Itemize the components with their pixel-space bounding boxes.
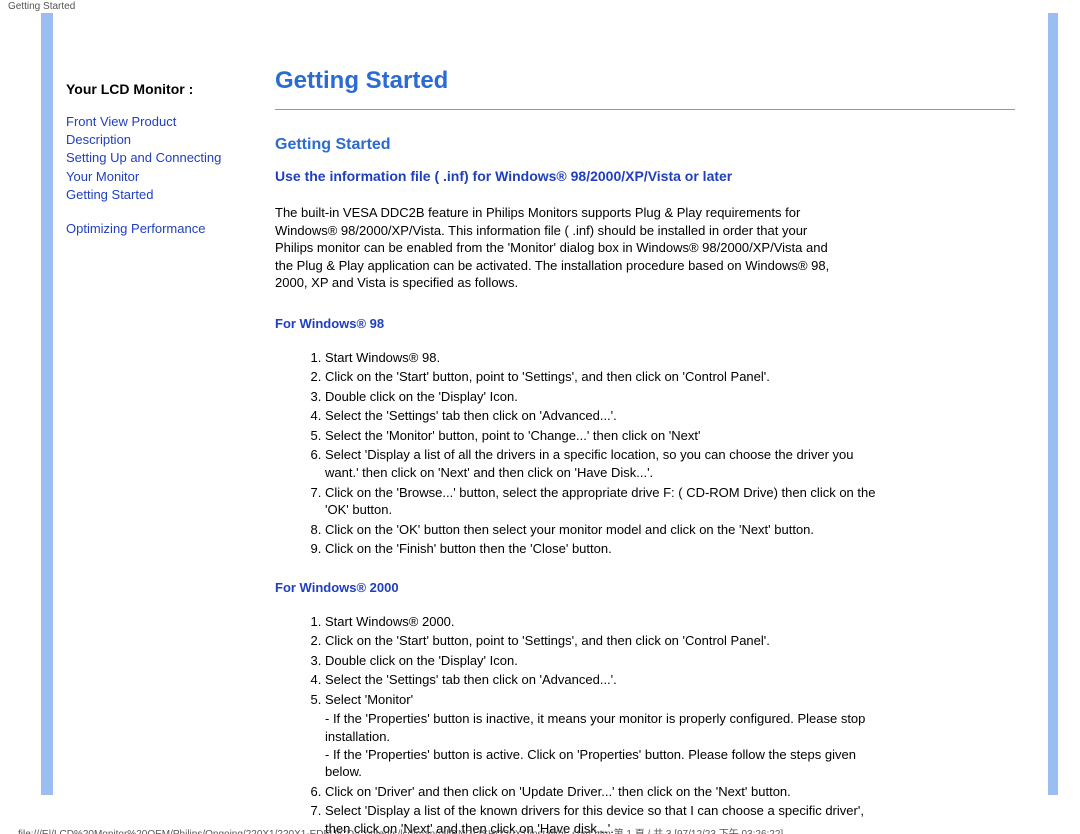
os-heading-win2000: For Windows® 2000 — [275, 580, 1015, 595]
step: Click on the 'OK' button then select you… — [325, 521, 885, 539]
sidebar-link-optimizing-performance[interactable]: Optimizing Performance — [66, 220, 251, 238]
doc-header-title: Getting Started — [0, 0, 1080, 13]
title-divider — [275, 109, 1015, 110]
step: Start Windows® 2000. — [325, 613, 885, 631]
section-subheading: Getting Started — [275, 136, 1015, 154]
sidebar-group-2: Optimizing Performance — [66, 220, 251, 238]
steps-list-win98: Start Windows® 98. Click on the 'Start' … — [275, 349, 885, 558]
step-text: Select 'Monitor' — [325, 692, 413, 707]
steps-list-win2000: Start Windows® 2000. Click on the 'Start… — [275, 613, 885, 834]
step: Select 'Monitor' - If the 'Properties' b… — [325, 691, 885, 781]
sidebar-link-front-view[interactable]: Front View Product — [66, 113, 251, 131]
sidebar-link-your-monitor[interactable]: Your Monitor — [66, 168, 251, 186]
step: Click on 'Driver' and then click on 'Upd… — [325, 783, 885, 801]
sidebar-link-description[interactable]: Description — [66, 131, 251, 149]
intro-paragraph: The built-in VESA DDC2B feature in Phili… — [275, 204, 835, 292]
sidebar-link-setting-up[interactable]: Setting Up and Connecting — [66, 149, 251, 167]
step: Select the 'Settings' tab then click on … — [325, 671, 885, 689]
use-info-heading: Use the information file ( .inf) for Win… — [275, 168, 1015, 184]
sidebar-link-getting-started[interactable]: Getting Started — [66, 186, 251, 204]
step-sublines: - If the 'Properties' button is inactive… — [325, 710, 885, 780]
step: Start Windows® 98. — [325, 349, 885, 367]
step: Click on the 'Finish' button then the 'C… — [325, 540, 885, 558]
step-subline: - If the 'Properties' button is active. … — [325, 746, 885, 781]
step: Double click on the 'Display' Icon. — [325, 652, 885, 670]
right-blue-strip — [1048, 13, 1058, 795]
step: Select the 'Settings' tab then click on … — [325, 407, 885, 425]
step: Double click on the 'Display' Icon. — [325, 388, 885, 406]
step: Click on the 'Browse...' button, select … — [325, 484, 885, 519]
os-heading-win98: For Windows® 98 — [275, 316, 1015, 331]
sidebar: Your LCD Monitor : Front View Product De… — [66, 81, 251, 238]
footer-file-path: file:///E|/LCD%20Monitor%20OEM/Philips/O… — [18, 825, 1068, 834]
step-subline: - If the 'Properties' button is inactive… — [325, 710, 885, 745]
step: Select 'Display a list of all the driver… — [325, 446, 885, 481]
left-blue-strip — [41, 13, 53, 795]
sidebar-group-1: Front View Product Description Setting U… — [66, 113, 251, 204]
step: Click on the 'Start' button, point to 'S… — [325, 368, 885, 386]
step: Click on the 'Start' button, point to 'S… — [325, 632, 885, 650]
step: Select the 'Monitor' button, point to 'C… — [325, 427, 885, 445]
page-title: Getting Started — [275, 67, 1015, 95]
main-content: Getting Started Getting Started Use the … — [275, 61, 1015, 834]
sidebar-heading: Your LCD Monitor : — [66, 81, 251, 97]
